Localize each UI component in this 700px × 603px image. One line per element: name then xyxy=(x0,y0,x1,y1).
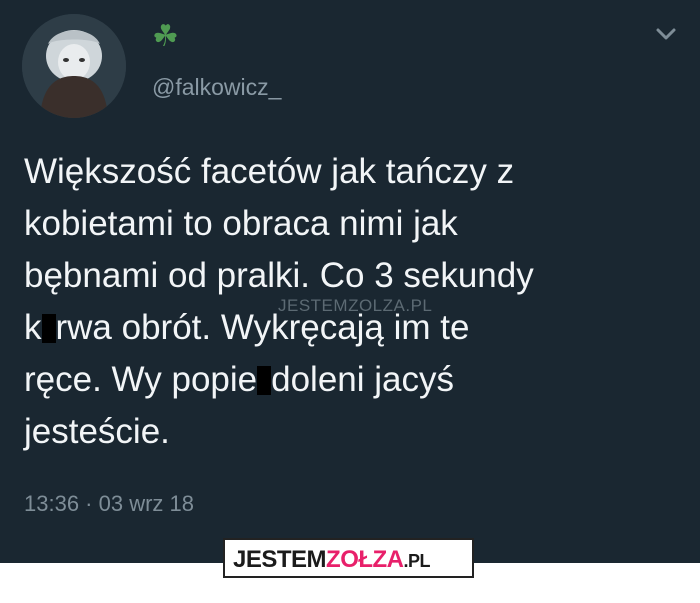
badge-part: JESTEM xyxy=(233,546,327,573)
tweet-line: bębnami od pralki. Co 3 sekundy xyxy=(24,256,534,295)
avatar[interactable] xyxy=(22,14,126,118)
badge-part: .PL xyxy=(403,551,431,571)
watermark-part: .PL xyxy=(405,296,433,315)
watermark-part: ZOLZA xyxy=(348,296,406,315)
badge-part: ZOŁZA xyxy=(326,546,404,573)
watermark-inline: JESTEMZOLZA.PL xyxy=(278,296,432,316)
watermark-part: JESTEM xyxy=(278,296,349,315)
site-badge: JESTEMZOŁZA.PL xyxy=(223,538,474,578)
timestamp[interactable]: 13:36 · 03 wrz 18 xyxy=(24,491,194,517)
user-handle[interactable]: @falkowicz_ xyxy=(152,74,281,101)
censor-bar xyxy=(41,314,56,343)
censor-bar xyxy=(257,366,272,395)
tweet-line: ręce. Wy popie doleni jacyś xyxy=(24,360,455,399)
avatar-image xyxy=(22,14,126,118)
site-badge-text: JESTEMZOŁZA.PL xyxy=(233,546,431,575)
chevron-down-icon[interactable] xyxy=(652,22,680,46)
tweet-line: jesteście. xyxy=(24,412,170,451)
tweet-line: Większość facetów jak tańczy z xyxy=(24,152,515,191)
tweet-line: kobietami to obraca nimi jak xyxy=(24,204,458,243)
clover-icon: ☘ xyxy=(152,20,179,53)
tweet-card: ☘ @falkowicz_ Większość facetów jak tańc… xyxy=(0,0,700,563)
